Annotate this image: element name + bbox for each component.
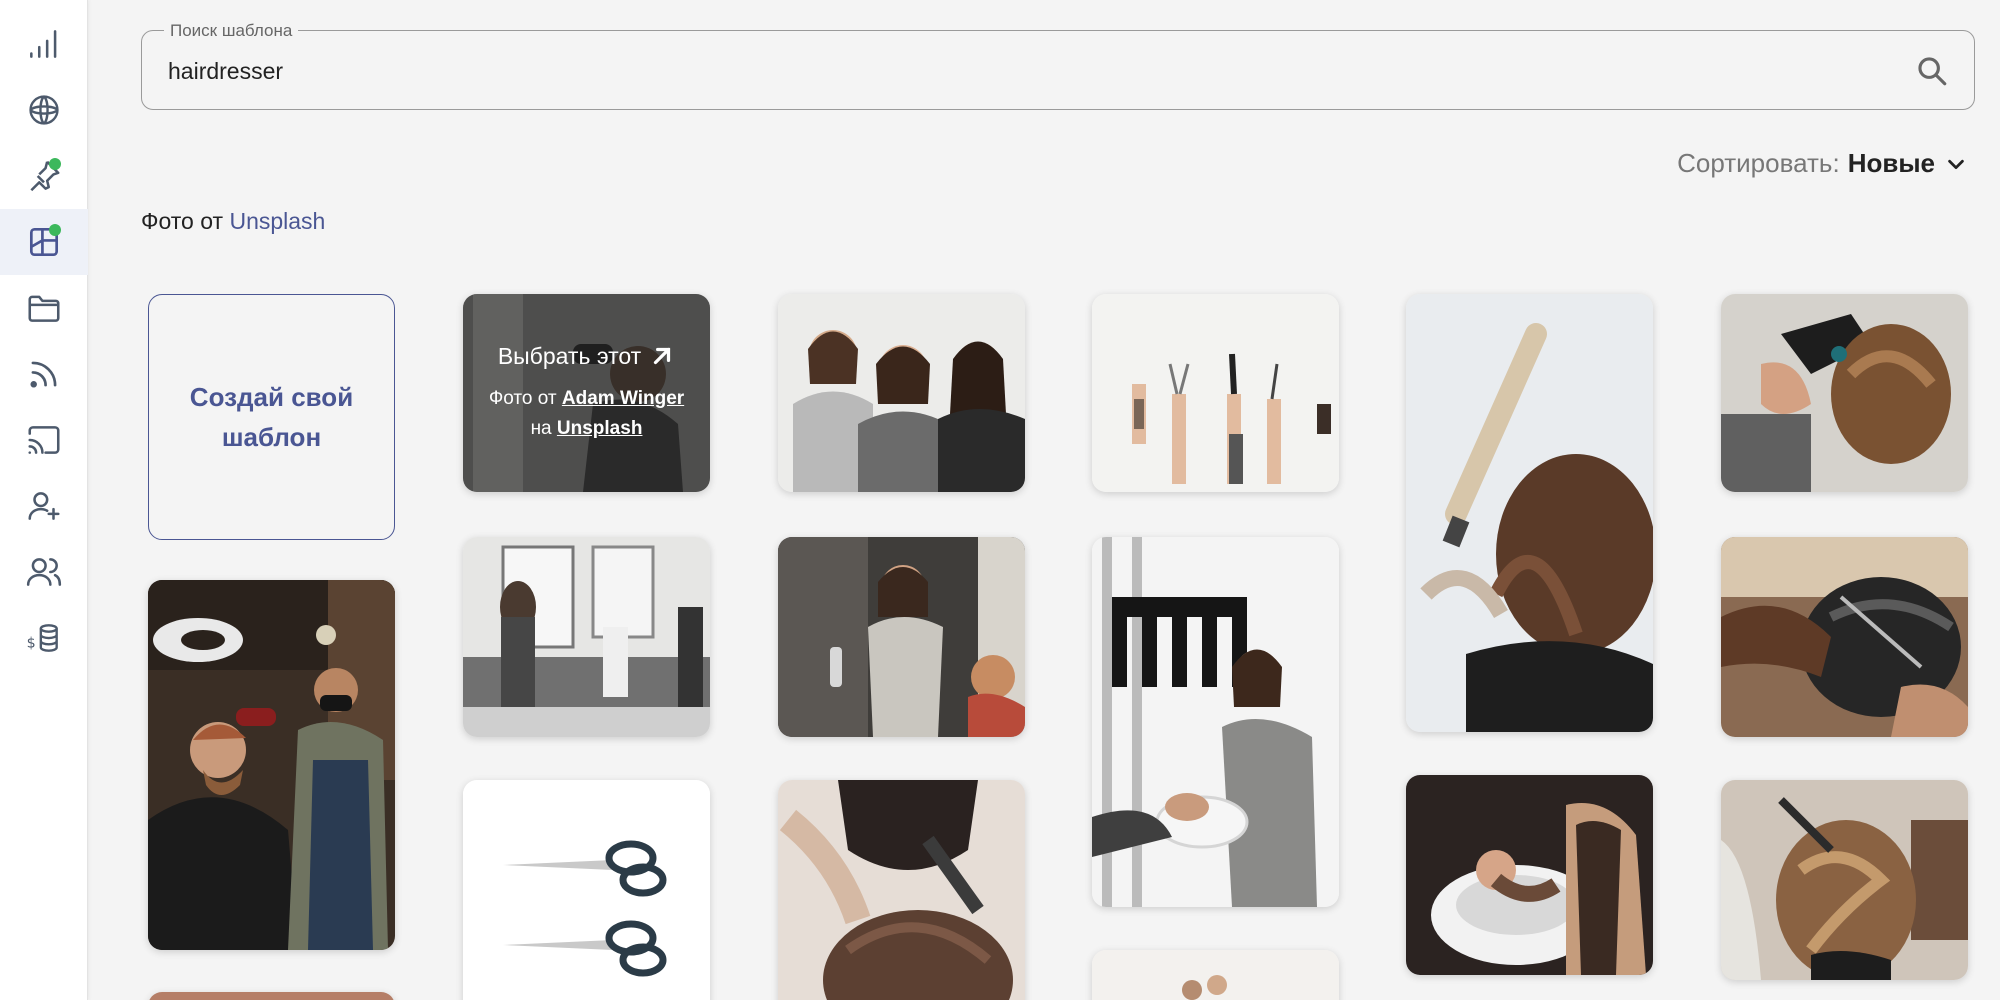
- sidebar-item-users[interactable]: [0, 539, 88, 605]
- template-card-barber[interactable]: [148, 580, 395, 950]
- overlay-author-line: Фото от Adam Winger: [489, 384, 684, 414]
- svg-text:$: $: [27, 636, 36, 652]
- hover-overlay: Выбрать этот Фото от Adam Winger на Unsp…: [463, 294, 710, 492]
- template-card-tools-raised[interactable]: [1092, 294, 1339, 492]
- sidebar: $: [0, 0, 88, 1000]
- sidebar-item-folder[interactable]: [0, 275, 88, 341]
- users-icon: [26, 558, 62, 586]
- template-card-stylist-spray[interactable]: [778, 537, 1025, 737]
- hair-wash-photo: [1092, 537, 1339, 907]
- template-card-scissors[interactable]: [463, 780, 710, 1000]
- overlay-photo-prefix: Фото от: [488, 387, 557, 409]
- add-user-icon: [28, 492, 60, 520]
- partial-photo: [148, 992, 395, 1000]
- photo-credit: Фото от Unsplash: [141, 208, 325, 235]
- template-card-salon-interior[interactable]: [463, 537, 710, 737]
- rss-icon: [30, 361, 57, 388]
- template-card-mens-cut[interactable]: [1721, 537, 1968, 737]
- search-button[interactable]: [1912, 51, 1952, 91]
- arrow-up-right-icon: [654, 347, 671, 365]
- tools-raised-photo: [1092, 294, 1339, 492]
- status-dot: [49, 158, 61, 170]
- template-card-wash-basin[interactable]: [1406, 775, 1653, 975]
- template-card-curling[interactable]: [778, 780, 1025, 1000]
- unsplash-link[interactable]: Unsplash: [229, 208, 325, 234]
- wash-basin-photo: [1406, 775, 1653, 975]
- sidebar-item-ai[interactable]: [0, 77, 88, 143]
- sort-value: Новые: [1847, 148, 1935, 178]
- credit-prefix: Фото от: [141, 208, 224, 234]
- sidebar-item-billing[interactable]: $: [0, 605, 88, 671]
- choose-this-button[interactable]: Выбрать этот: [498, 343, 675, 370]
- chevron-down-icon: [1948, 159, 1964, 169]
- ai-icon: [29, 95, 59, 125]
- choose-this-label: Выбрать этот: [497, 342, 642, 369]
- template-card-hair-wash[interactable]: [1092, 537, 1339, 907]
- template-card-blow-dry[interactable]: [1721, 294, 1968, 492]
- salon-interior-photo: [463, 537, 710, 737]
- sidebar-item-pin[interactable]: [0, 143, 88, 209]
- sidebar-item-analytics[interactable]: [0, 11, 88, 77]
- sort-dropdown[interactable]: Сортировать: Новые: [1677, 148, 1967, 179]
- overlay-unsplash-link[interactable]: Unsplash: [557, 418, 643, 439]
- blow-dry-photo: [1721, 294, 1968, 492]
- template-card-hovered[interactable]: Выбрать этот Фото от Adam Winger на Unsp…: [463, 294, 710, 492]
- search-box: Поиск шаблона: [141, 21, 1975, 110]
- bright-salon-photo: [1092, 950, 1339, 1000]
- template-card-three-stylists[interactable]: [778, 294, 1025, 492]
- search-input[interactable]: [168, 53, 1868, 89]
- curling-photo: [778, 780, 1025, 1000]
- cast-icon: [28, 426, 60, 454]
- three-stylists-photo: [778, 294, 1025, 492]
- template-card-waves[interactable]: [1721, 780, 1968, 980]
- sidebar-item-add-user[interactable]: [0, 473, 88, 539]
- barber-photo: [148, 580, 395, 950]
- scissors-photo: [463, 780, 710, 1000]
- create-template-label: Создай свой шаблон: [189, 382, 354, 452]
- stylist-spray-photo: [778, 537, 1025, 737]
- waves-photo: [1721, 780, 1968, 980]
- billing-icon: $: [27, 624, 58, 652]
- sort-label: Сортировать:: [1677, 148, 1840, 178]
- overlay-source-line: на Unsplash: [531, 414, 643, 444]
- sidebar-item-rss[interactable]: [0, 341, 88, 407]
- search-legend: Поиск шаблона: [164, 21, 299, 41]
- sidebar-item-templates[interactable]: [0, 209, 88, 275]
- overlay-on-prefix: на: [530, 417, 552, 439]
- curling-iron-photo: [1406, 294, 1653, 732]
- create-template-button[interactable]: Создай свой шаблон: [148, 294, 395, 540]
- analytics-icon: [30, 30, 57, 58]
- sidebar-item-cast[interactable]: [0, 407, 88, 473]
- folder-icon: [28, 295, 60, 322]
- status-dot: [49, 224, 61, 236]
- author-link[interactable]: Adam Winger: [562, 388, 684, 409]
- template-card-partial[interactable]: [148, 992, 395, 1000]
- template-card-curling-iron[interactable]: [1406, 294, 1653, 732]
- mens-cut-photo: [1721, 537, 1968, 737]
- search-icon: [1918, 57, 1947, 86]
- template-card-bright-salon[interactable]: [1092, 950, 1339, 1000]
